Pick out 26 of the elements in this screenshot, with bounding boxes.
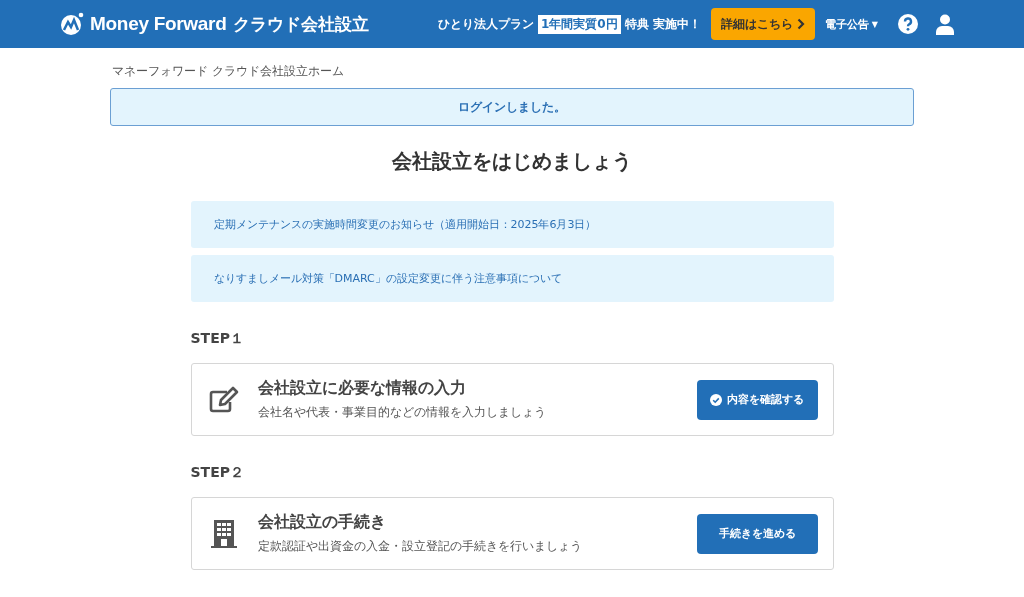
logo-icon xyxy=(60,12,84,36)
step-button[interactable]: 内容を確認する xyxy=(696,379,818,420)
edit-icon xyxy=(207,385,240,414)
step-label: STEP２ xyxy=(190,464,245,482)
step-description: 定款認証や出資金の入金・設立登記の手続きを行いましょう xyxy=(257,538,582,555)
user-icon[interactable] xyxy=(936,13,954,35)
chevron-icon xyxy=(796,18,805,30)
notice-link[interactable]: なりすましメール対策「DMARC」の設定変更に伴う注意事項について xyxy=(190,255,834,302)
page-title: 会社設立をはじめましょう xyxy=(391,148,633,175)
check-circle-icon xyxy=(710,393,722,406)
help-icon[interactable] xyxy=(898,14,918,34)
details-button[interactable]: 詳細はこちら xyxy=(710,8,815,40)
promo-text: 特典 実施中！ xyxy=(624,15,701,33)
logo-brand: Money Forward xyxy=(90,13,227,35)
notice-link[interactable]: 定期メンテナンスの実施時間変更のお知らせ（適用開始日：2025年6月3日） xyxy=(190,201,834,248)
step-title: 会社設立に必要な情報の入力 xyxy=(257,378,467,399)
step-label: STEP１ xyxy=(190,330,245,348)
breadcrumb-link[interactable]: マネーフォワード クラウド会社設立ホーム xyxy=(112,63,344,80)
step-title: 会社設立の手続き xyxy=(257,512,387,533)
promo-highlight: 1年間実質0円 xyxy=(537,14,621,34)
promo-text: ひとり法人プラン xyxy=(437,15,534,33)
public-notice-menu[interactable]: 電子公告 ▼ xyxy=(824,16,878,32)
step-button[interactable]: 手続きを進める xyxy=(696,513,818,554)
login-alert: ログインしました。 xyxy=(110,88,914,126)
logo-product: クラウド会社設立 xyxy=(232,12,369,36)
step-description: 会社名や代表・事業目的などの情報を入力しましょう xyxy=(257,404,546,421)
